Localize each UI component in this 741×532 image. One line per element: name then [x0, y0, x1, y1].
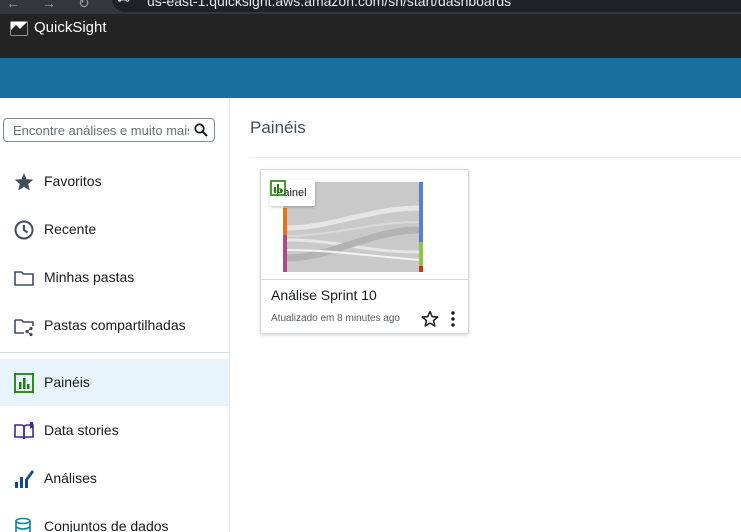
back-icon[interactable]: ←	[6, 0, 20, 11]
browser-toolbar: ← → ↻ ⊷ us-east-1.quicksight.aws.amazon.…	[0, 0, 741, 14]
sidebar-item-pastas-compartilhadas[interactable]: Pastas compartilhadas	[0, 302, 229, 349]
reload-icon[interactable]: ↻	[78, 0, 90, 12]
sidebar-item-label: Recente	[44, 221, 97, 237]
search-input[interactable]	[13, 122, 189, 138]
sidebar-item-minhas-pastas[interactable]: Minhas pastas	[0, 254, 229, 301]
header-band	[0, 58, 741, 98]
search-icon[interactable]	[194, 123, 208, 137]
sidebar-item-conjuntos-de-dados[interactable]: Conjuntos de dados	[0, 503, 229, 532]
dashboard-icon	[270, 180, 286, 196]
sidebar-item-analises[interactable]: Análises	[0, 455, 229, 502]
sidebar-item-data-stories[interactable]: Data stories	[0, 407, 229, 454]
sidebar-item-label: Conjuntos de dados	[44, 518, 169, 532]
dashboard-thumbnail[interactable]: Painel	[261, 170, 468, 280]
book-icon	[14, 422, 34, 440]
dashboard-card[interactable]: Painel Análise Sprint 10 Atualizado em 8…	[260, 169, 469, 334]
shared-folder-icon	[14, 319, 34, 337]
favorite-star-icon[interactable]	[421, 310, 439, 328]
site-info-icon[interactable]: ⊷	[117, 0, 130, 8]
app-header	[0, 14, 741, 58]
page-title: Painéis	[250, 118, 306, 137]
sidebar-item-recente[interactable]: Recente	[0, 206, 229, 253]
sidebar-item-label: Favoritos	[44, 173, 102, 189]
sidebar-item-favoritos[interactable]: Favoritos	[0, 158, 229, 205]
sidebar-item-label: Data stories	[44, 422, 119, 438]
sidebar-item-label: Análises	[44, 470, 97, 486]
card-updated-text: Atualizado em 8 minutes ago	[271, 313, 400, 324]
card-title[interactable]: Análise Sprint 10	[271, 287, 377, 303]
title-divider	[250, 157, 741, 158]
card-type-badge: Painel	[270, 180, 315, 206]
quicksight-logo-icon[interactable]	[10, 21, 28, 36]
more-options-icon[interactable]	[448, 310, 458, 328]
clock-icon	[14, 220, 34, 240]
sidebar-item-paineis[interactable]: Painéis	[0, 359, 229, 406]
sidebar: Favoritos Recente Minhas pastas Pastas c…	[0, 98, 230, 532]
sidebar-item-label: Pastas compartilhadas	[44, 317, 186, 333]
app-name[interactable]: QuickSight	[34, 19, 107, 36]
dashboard-icon	[14, 373, 34, 393]
database-icon	[15, 517, 31, 532]
folder-icon	[14, 271, 34, 286]
star-icon	[14, 173, 34, 191]
sidebar-divider	[0, 352, 229, 353]
sidebar-item-label: Minhas pastas	[44, 269, 135, 285]
search-box	[3, 118, 215, 142]
forward-icon[interactable]: →	[42, 0, 56, 11]
sidebar-item-label: Painéis	[44, 374, 90, 390]
analysis-icon	[15, 470, 34, 488]
address-url[interactable]: us-east-1.quicksight.aws.amazon.com/sn/s…	[147, 0, 511, 9]
